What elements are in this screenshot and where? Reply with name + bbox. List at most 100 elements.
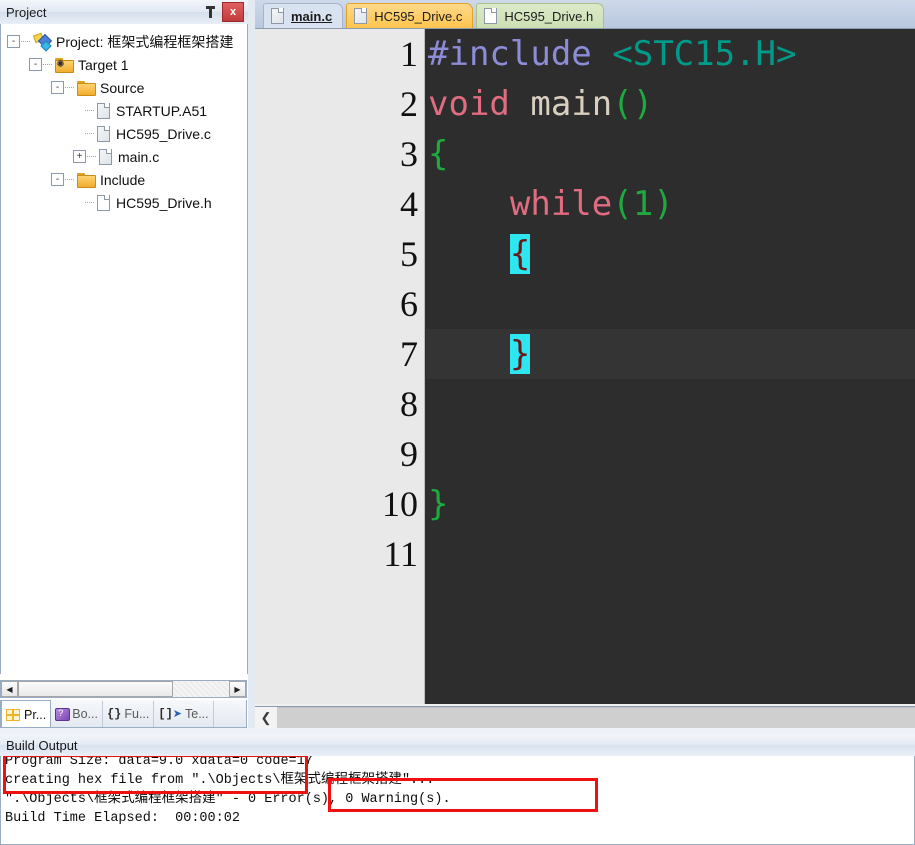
editor-tab-label: HC595_Drive.c [374, 8, 463, 24]
pane-tab-label: Bo... [72, 706, 98, 721]
tree-node[interactable]: - Project: 框架式编程框架搭建 [1, 30, 247, 53]
tree-node[interactable]: HC595_Drive.h [1, 191, 247, 214]
close-icon[interactable]: x [222, 2, 244, 22]
project-tree-area[interactable]: - Project: 框架式编程框架搭建 - ✺ Target 1- Source STAR… [0, 24, 248, 674]
tree-node[interactable]: + main.c [1, 145, 247, 168]
templates-tab-icon: [] ➤ [158, 706, 182, 721]
pin-icon[interactable] [201, 3, 219, 21]
code-line[interactable]: while(1) [426, 179, 915, 229]
pane-tab-pr[interactable]: Pr... [1, 700, 52, 727]
collapse-toggle-icon[interactable]: - [51, 173, 64, 186]
code-line[interactable] [426, 529, 915, 579]
build-output-line: ".\Objects\框架式编程框架搭建" - 0 Error(s), 0 Wa… [5, 792, 451, 807]
collapse-toggle-icon[interactable]: - [51, 81, 64, 94]
line-number: 5 [400, 234, 418, 274]
vertical-splitter[interactable] [248, 0, 255, 728]
project-tab-icon [6, 708, 21, 721]
code-line[interactable]: void main() [426, 79, 915, 129]
scroll-left-arrow-icon[interactable]: ◀ [1, 681, 18, 697]
build-output-pane: Build Output Program Size: data=9.0 xdat… [0, 734, 915, 845]
editor-area: main.c HC595_Drive.c HC595_Drive.h 1 2 3 4 5 6 7… [255, 0, 915, 729]
editor-scroll-left-arrow-icon[interactable]: ❮ [255, 707, 277, 728]
code-line[interactable] [426, 379, 915, 429]
tree-connector [43, 63, 52, 66]
line-number: 10 [382, 484, 418, 524]
scroll-right-arrow-icon[interactable]: ▶ [229, 681, 246, 697]
project-pane: Project x - Project: 框架式编程框架搭建 - ✺ Target 1-… [0, 0, 248, 728]
editor-scrollbar-thumb[interactable] [277, 706, 915, 729]
code-token: ) [653, 184, 674, 224]
code-line[interactable]: } [426, 479, 915, 529]
scrollbar-track[interactable] [173, 681, 229, 697]
tree-connector [85, 201, 94, 204]
line-number: 3 [400, 134, 418, 174]
build-output-lines: Program Size: data=9.0 xdata=0 code=17 cr… [1, 756, 914, 828]
code-token: ( [612, 184, 633, 224]
tree-connector [85, 109, 94, 112]
project-icon [32, 32, 53, 52]
code-line[interactable]: { [426, 229, 915, 279]
code-line[interactable] [426, 429, 915, 479]
tree-connector [85, 132, 94, 135]
line-number: 7 [400, 334, 418, 374]
collapse-toggle-icon[interactable]: - [29, 58, 42, 71]
tree-node-label: Target 1 [78, 56, 129, 73]
tree-connector [87, 155, 96, 158]
project-pane-titlebar: Project x [0, 0, 248, 25]
expand-toggle-icon[interactable]: + [73, 150, 86, 163]
tree-connector [65, 178, 74, 181]
file-icon [97, 125, 111, 142]
build-output-line: Program Size: data=9.0 xdata=0 code=17 [5, 756, 313, 769]
editor-tab-hc595_drive-c[interactable]: HC595_Drive.c [346, 3, 474, 28]
code-editor[interactable]: 1 2 3 4 5 6 7 8 9 10 11 #include <STC15.H> void mai… [255, 28, 915, 704]
tree-node[interactable]: HC595_Drive.c [1, 122, 247, 145]
tree-node[interactable]: STARTUP.A51 [1, 99, 247, 122]
code-line[interactable] [426, 279, 915, 329]
line-number: 1 [400, 34, 418, 74]
file-icon [354, 8, 368, 24]
pane-tab-label: Fu... [124, 706, 150, 721]
tree-node-label: HC595_Drive.c [116, 125, 211, 142]
pane-tab-bo[interactable]: ? Bo... [51, 700, 103, 727]
line-number: 11 [383, 534, 418, 574]
books-tab-icon: ? [55, 707, 71, 721]
code-lines[interactable]: #include <STC15.H> void main(){ while(1) … [426, 29, 915, 704]
build-output-title: Build Output [6, 737, 78, 753]
editor-tab-label: main.c [291, 8, 333, 24]
target-folder-icon: ✺ [55, 57, 74, 73]
project-tree: - Project: 框架式编程框架搭建 - ✺ Target 1- Source STAR… [1, 24, 247, 214]
file-icon [271, 8, 285, 24]
build-output-titlebar: Build Output [0, 734, 915, 757]
pane-tab-fu[interactable]: {} Fu... [103, 700, 155, 727]
editor-tab-hc595_drive-h[interactable]: HC595_Drive.h [476, 3, 605, 28]
tree-node[interactable]: - Source [1, 76, 247, 99]
tree-node-label: STARTUP.A51 [116, 102, 208, 119]
tree-node[interactable]: - Include [1, 168, 247, 191]
file-white-icon [97, 194, 111, 211]
tree-node-label: Include [100, 171, 146, 188]
pane-tab-label: Te... [185, 706, 209, 721]
code-line[interactable]: #include <STC15.H> [426, 29, 915, 79]
pane-tab-te[interactable]: [] ➤ Te... [154, 700, 214, 727]
editor-tab-main-c[interactable]: main.c [263, 3, 344, 28]
folder-icon [77, 172, 96, 188]
code-line[interactable]: } [426, 329, 915, 379]
build-output-body[interactable]: Program Size: data=9.0 xdata=0 code=17 cr… [0, 756, 915, 845]
collapse-toggle-icon[interactable]: - [7, 35, 20, 48]
tree-node[interactable]: - ✺ Target 1 [1, 53, 247, 76]
code-token: #include [428, 34, 592, 74]
keil-uvision-window: Project x - Project: 框架式编程框架搭建 - ✺ Target 1-… [0, 0, 915, 845]
editor-horizontal-scrollbar[interactable]: ❮ [255, 706, 915, 729]
code-token: { [428, 134, 449, 174]
code-line[interactable]: { [426, 129, 915, 179]
code-token: void [428, 84, 510, 124]
scrollbar-thumb[interactable] [18, 681, 173, 697]
project-horizontal-scrollbar[interactable]: ◀ ▶ [0, 680, 247, 698]
line-number: 6 [400, 284, 418, 324]
